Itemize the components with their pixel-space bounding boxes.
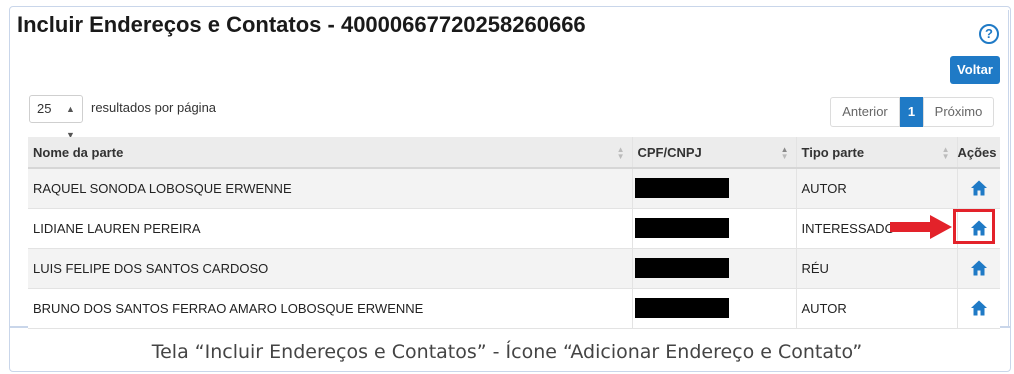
cell-cpf (631, 208, 796, 249)
redacted-block (634, 298, 729, 318)
table-row: LIDIANE LAUREN PEREIRA INTERESSADO (28, 208, 1000, 249)
cell-nome: LUIS FELIPE DOS SANTOS CARDOSO (28, 248, 632, 289)
cell-tipo: AUTOR (795, 168, 957, 209)
current-page-button[interactable]: 1 (900, 97, 923, 127)
next-page-button[interactable]: Próximo (923, 97, 994, 127)
column-header-cpf[interactable]: CPF/CNPJ ▲ ▼ (631, 137, 796, 169)
column-header-tipo[interactable]: Tipo parte ▲ ▼ (795, 137, 957, 169)
page-size-select[interactable]: 25 ▲ ▼ (29, 95, 83, 140)
page-size-label: resultados por página (91, 100, 217, 115)
cell-cpf (631, 248, 796, 289)
column-header-label: Nome da parte (33, 144, 124, 160)
table-row: RAQUEL SONODA LOBOSQUE ERWENNE AUTOR (28, 168, 1000, 209)
column-header-label: CPF/CNPJ (637, 144, 702, 160)
sort-icon: ▲ ▼ (616, 145, 625, 161)
figure-caption: Tela “Incluir Endereços e Contatos” - Íc… (151, 341, 863, 363)
sort-icon: ▲ ▼ (941, 145, 950, 161)
highlight-box (953, 209, 995, 244)
pagination: Anterior 1 Próximo (830, 97, 994, 127)
home-icon[interactable] (970, 179, 988, 197)
prev-page-button[interactable]: Anterior (830, 97, 900, 127)
redacted-block (634, 258, 729, 278)
cell-nome: LIDIANE LAUREN PEREIRA (28, 208, 632, 249)
cell-nome: RAQUEL SONODA LOBOSQUE ERWENNE (28, 168, 632, 209)
table-row: LUIS FELIPE DOS SANTOS CARDOSO RÉU (28, 248, 1000, 289)
column-header-acoes: Ações (956, 137, 1000, 169)
column-header-nome[interactable]: Nome da parte ▲ ▼ (28, 137, 632, 169)
cell-cpf (631, 288, 796, 329)
redacted-block (634, 178, 729, 199)
page-title: Incluir Endereços e Contatos - 400006677… (17, 12, 586, 37)
back-button[interactable]: Voltar (950, 56, 1000, 84)
cell-cpf (631, 168, 796, 209)
red-arrow-icon (890, 215, 952, 239)
column-header-label: Tipo parte (801, 144, 865, 160)
cell-acoes (956, 288, 1000, 329)
redacted-block (634, 218, 729, 238)
table-row: BRUNO DOS SANTOS FERRAO AMARO LOBOSQUE E… (28, 288, 1000, 329)
sort-asc-icon: ▲ ▼ (780, 145, 789, 161)
home-icon[interactable] (970, 299, 988, 317)
home-icon[interactable] (970, 259, 988, 277)
column-header-label: Ações (957, 144, 997, 160)
help-icon[interactable]: ? (979, 24, 999, 44)
parties-table: Nome da parte ▲ ▼ CPF/CNPJ ▲ ▼ Tipo parte … (28, 137, 1000, 329)
cell-acoes (956, 248, 1000, 289)
cell-tipo: RÉU (795, 248, 957, 289)
cell-acoes (956, 168, 1000, 209)
cell-nome: BRUNO DOS SANTOS FERRAO AMARO LOBOSQUE E… (28, 288, 632, 329)
table-header-row: Nome da parte ▲ ▼ CPF/CNPJ ▲ ▼ Tipo parte … (28, 137, 1000, 169)
cell-tipo: AUTOR (795, 288, 957, 329)
page-size-value: 25 (37, 101, 52, 116)
